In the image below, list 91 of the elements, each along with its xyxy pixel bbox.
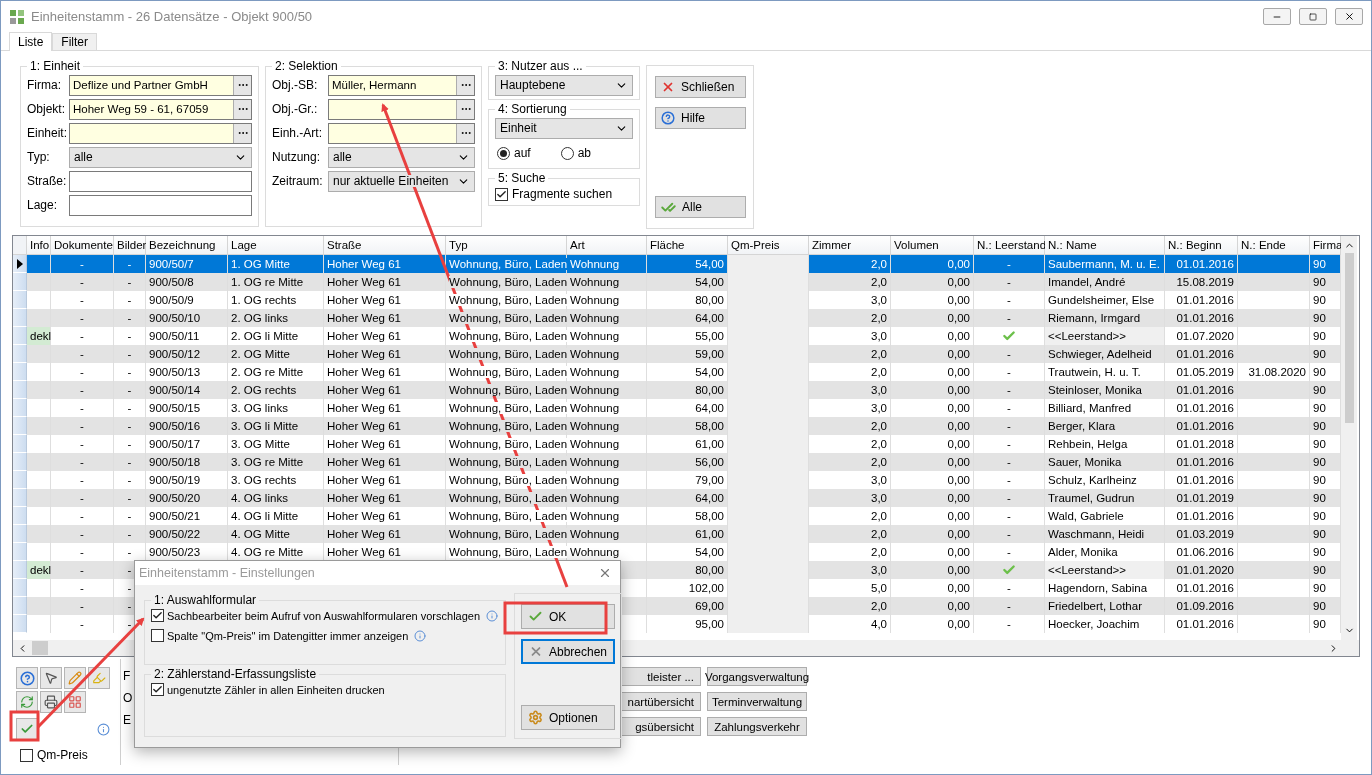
action-button[interactable]: Alle [655,196,746,218]
table-row[interactable]: - - 900/50/14 2. OG rechts Hoher Weg 61 Wohnung, Büro, Laden Wohnung 80,00 3,0 0,00 - Steinloser, Monika 01.01.2016 90 [13,381,1341,399]
column-header[interactable]: N.: Ende [1238,236,1310,255]
field-label: E [123,713,131,727]
lookup-field[interactable]: Deflize und Partner GmbH [69,74,252,96]
lookup-field[interactable]: Müller, Hermann [328,74,475,96]
column-header[interactable]: Bezeichnung [146,236,228,255]
field-label: Straße: [27,174,68,188]
table-cell: 01.01.2016 [1165,615,1238,633]
table-cell: 4,0 [809,615,891,633]
column-header[interactable]: Typ [446,236,567,255]
field-label: Einh.-Art: [272,126,323,140]
column-header[interactable]: Info [27,236,51,255]
column-header[interactable]: Qm-Preis [728,236,809,255]
field-label: Obj.-SB: [272,78,319,92]
column-header[interactable]: N.: Beginn [1165,236,1238,255]
column-header[interactable]: Lage [228,236,324,255]
field-label: Firma: [27,78,62,92]
table-cell: dekl [27,561,51,579]
table-row[interactable]: - - 900/50/16 3. OG li Mitte Hoher Weg 61 Wohnung, Büro, Laden Wohnung 58,00 2,0 0,00 - Berger, Klara 01.01.2016 90 [13,417,1341,435]
column-header[interactable]: Fläche [647,236,728,255]
table-cell: 0,00 [891,615,974,633]
table-cell: - [51,615,114,633]
dropdown[interactable]: alle [69,146,252,168]
table-cell: <<Leerstand>> [1045,327,1165,345]
dialog-button[interactable]: Abbrechen [521,639,615,664]
function-button[interactable]: tleister ... [619,667,701,686]
radio-label: auf [514,146,531,160]
group-title: 3: Nutzer aus ... [497,59,584,73]
field-label: Nutzung: [272,150,322,164]
table-row[interactable]: - - 900/50/23 4. OG re Mitte Hoher Weg 61 Wohnung, Büro, Laden Wohnung 54,00 2,0 0,00 - Alder, Monika 01.06.2016 90 [13,543,1341,561]
dropdown[interactable]: alle [328,146,475,168]
tab[interactable]: Liste [9,32,53,51]
function-button[interactable]: nartübersicht [619,692,701,711]
table-cell: <<Leerstand>> [1045,561,1165,579]
action-button[interactable]: Hilfe [655,107,746,129]
dropdown[interactable]: Hauptebene [495,74,633,96]
tab[interactable]: Filter [52,33,98,50]
column-header[interactable]: N.: Leerstand [974,236,1045,255]
column-header[interactable]: Zimmer [809,236,891,255]
window-title: Einheitenstamm - 26 Datensätze - Objekt 900/50 [31,9,314,24]
field-label: Lage: [27,198,59,212]
column-header[interactable]: Art [567,236,647,255]
table-row[interactable]: - - 900/50/10 2. OG links Hoher Weg 61 Wohnung, Büro, Laden Wohnung 64,00 2,0 0,00 - Riemann, Irmgard 01.01.2016 90 [13,309,1341,327]
group-title: 2: Zählerstand-Erfassungsliste [153,667,318,681]
table-row[interactable]: - - 900/50/12 2. OG Mitte Hoher Weg 61 Wohnung, Büro, Laden Wohnung 59,00 2,0 0,00 - Schwieger, Adelheid 01.01.2016 90 [13,345,1341,363]
table-row[interactable]: - - 900/50/17 3. OG Mitte Hoher Weg 61 Wohnung, Büro, Laden Wohnung 61,00 2,0 0,00 - Rehbein, Helga 01.01.2018 90 [13,435,1341,453]
table-row[interactable]: - - 900/50/15 3. OG links Hoher Weg 61 Wohnung, Büro, Laden Wohnung 64,00 3,0 0,00 - Billiard, Manfred 01.01.2016 90 [13,399,1341,417]
field-label: F [123,669,131,683]
table-row[interactable]: - - 900/50/22 4. OG Mitte Hoher Weg 61 Wohnung, Büro, Laden Wohnung 61,00 2,0 0,00 - Waschmann, Heidi 01.03.2019 90 [13,525,1341,543]
function-button[interactable]: gsübersicht [619,717,701,736]
field-label: Obj.-Gr.: [272,102,319,116]
group-title: 5: Suche [497,171,547,185]
column-header[interactable]: Bilder [114,236,146,255]
field-label: O [123,691,133,705]
dropdown[interactable]: nur aktuelle Einheiten [328,170,475,192]
action-button[interactable]: Schließen [655,76,746,98]
field-label: Zeitraum: [272,174,324,188]
table-row[interactable]: - - 900/50/7 1. OG Mitte Hoher Weg 61 Wohnung, Büro, Laden Wohnung 54,00 2,0 0,00 - Saubermann, M. u. E. 01.01.2016 90 [13,255,1341,273]
column-header[interactable]: Straße [324,236,446,255]
field-label: Typ: [27,150,51,164]
field-label: Einheit: [27,126,69,140]
table-row[interactable]: - - 900/50/19 3. OG rechts Hoher Weg 61 Wohnung, Büro, Laden Wohnung 79,00 3,0 0,00 - Schulz, Karlheinz 01.01.2016 90 [13,471,1341,489]
table-row[interactable]: - - 900/50/13 2. OG re Mitte Hoher Weg 61 Wohnung, Büro, Laden Wohnung 54,00 2,0 0,00 - Trautwein, H. u. T. 01.05.2019 31.08.2020 90 [13,363,1341,381]
column-header[interactable]: N.: Name [1045,236,1165,255]
table-cell: Hoecker, Joachim [1045,615,1165,633]
group-title: 2: Selektion [274,59,339,73]
column-header[interactable]: Firma [1310,236,1341,255]
function-button[interactable]: Vorgangsverwaltung [707,667,807,686]
table-row[interactable]: dekl - - 900/50/11 2. OG li Mitte Hoher Weg 61 Wohnung, Büro, Laden Wohnung 55,00 3,0 0,00 <<Leerstand>> 01.07.2020 90 [13,327,1341,345]
group-title: 1: Einheit [29,59,82,73]
checkbox-label: ungenutzte Zähler in allen Einheiten drucken [167,683,385,696]
lookup-field[interactable]: Hoher Weg 59 - 61, 67059 [69,98,252,120]
field-label: Objekt: [27,102,66,116]
function-button[interactable]: Terminverwaltung [707,692,807,711]
table-row[interactable]: - - 900/50/8 1. OG re Mitte Hoher Weg 61 Wohnung, Büro, Laden Wohnung 54,00 2,0 0,00 - Imandel, André 15.08.2019 90 [13,273,1341,291]
dropdown[interactable]: Einheit [495,117,633,139]
dialog-button[interactable]: Optionen [521,705,615,730]
checkbox-label: Fragmente suchen [512,187,613,201]
radio-label: ab [577,146,592,160]
table-row[interactable]: - - 900/50/18 3. OG re Mitte Hoher Weg 61 Wohnung, Büro, Laden Wohnung 56,00 2,0 0,00 - Sauer, Monika 01.01.2016 90 [13,453,1341,471]
table-row[interactable]: - - 900/50/20 4. OG links Hoher Weg 61 Wohnung, Büro, Laden Wohnung 64,00 3,0 0,00 - Traumel, Gudrun 01.01.2019 90 [13,489,1341,507]
group-title: 4: Sortierung [497,102,568,116]
column-header[interactable]: Dokumente [51,236,114,255]
table-row[interactable]: - - 900/50/9 1. OG rechts Hoher Weg 61 Wohnung, Büro, Laden Wohnung 80,00 3,0 0,00 - Gundelsheimer, Else 01.01.2016 90 [13,291,1341,309]
table-cell: dekl [27,327,51,345]
table-cell: - [974,615,1045,633]
column-header[interactable]: Volumen [891,236,974,255]
checkbox-label: Qm-Preis [37,748,88,762]
table-row[interactable]: - - 900/50/21 4. OG li Mitte Hoher Weg 61 Wohnung, Büro, Laden Wohnung 58,00 2,0 0,00 - Wald, Gabriele 01.01.2016 90 [13,507,1341,525]
function-button[interactable]: Zahlungsverkehr [707,717,807,736]
